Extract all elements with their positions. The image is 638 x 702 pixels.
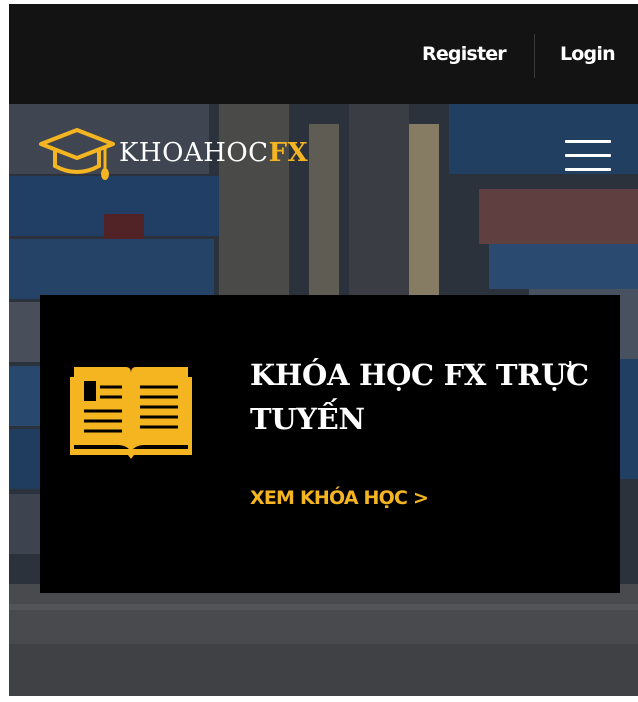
open-book-icon <box>70 367 192 459</box>
login-link[interactable]: Login <box>560 42 616 66</box>
logo-text-main: KHOAHOC <box>119 138 269 168</box>
card-title: KHÓA HỌC FX TRỰC TUYẾN <box>250 358 589 436</box>
site-logo[interactable]: KHOAHOCFX <box>39 124 339 184</box>
hamburger-line <box>565 140 611 143</box>
logo-text: KHOAHOCFX <box>119 138 308 168</box>
top-bar: Register Login <box>9 4 638 104</box>
graduation-cap-icon <box>39 128 115 180</box>
hamburger-line <box>565 168 611 171</box>
logo-text-accent: FX <box>268 138 309 168</box>
register-link[interactable]: Register <box>422 42 507 66</box>
view-courses-link[interactable]: XEM KHÓA HỌC > <box>250 486 429 510</box>
page-frame: Register Login KHOAHOCFX KHÓA HỌC FX TRỰ… <box>9 4 638 696</box>
hero-section: KHOAHOCFX KHÓA HỌC FX TRỰC TUYẾN XEM KHÓ… <box>9 104 638 696</box>
top-divider <box>534 34 535 78</box>
course-card: KHÓA HỌC FX TRỰC TUYẾN XEM KHÓA HỌC > <box>40 295 620 593</box>
hamburger-line <box>565 154 611 157</box>
hamburger-menu-icon[interactable] <box>565 140 611 176</box>
